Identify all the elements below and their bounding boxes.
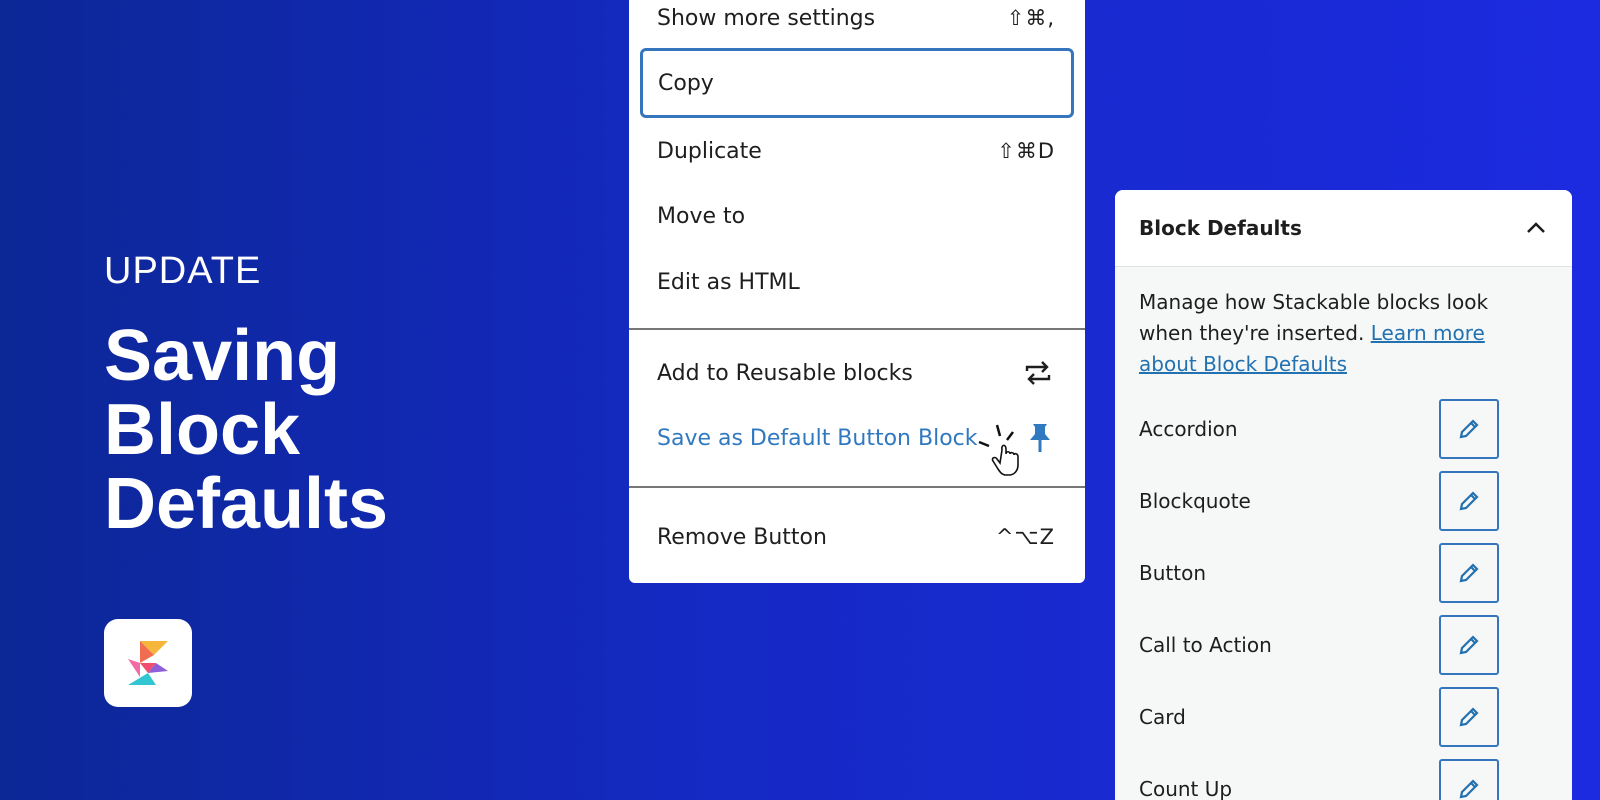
pencil-icon — [1459, 491, 1479, 511]
hero: UPDATE Saving Block Defaults — [104, 250, 464, 541]
block-label: Count Up — [1139, 777, 1233, 800]
edit-card-button[interactable] — [1439, 687, 1499, 747]
block-row-card: Card — [1139, 687, 1499, 747]
menu-item-label: Move to — [657, 203, 746, 229]
pencil-icon — [1459, 419, 1479, 439]
menu-item-edit-as-html[interactable]: Edit as HTML — [629, 257, 1085, 307]
block-label: Call to Action — [1139, 633, 1272, 657]
pencil-icon — [1459, 563, 1479, 583]
edit-button-button[interactable] — [1439, 543, 1499, 603]
pencil-icon — [1459, 707, 1479, 727]
block-defaults-panel: Block Defaults Manage how Stackable bloc… — [1115, 190, 1572, 800]
menu-item-label: Edit as HTML — [657, 269, 800, 295]
menu-item-duplicate[interactable]: Duplicate ⇧⌘D — [629, 126, 1085, 176]
edit-blockquote-button[interactable] — [1439, 471, 1499, 531]
menu-separator — [629, 486, 1085, 488]
menu-item-label: Copy — [658, 70, 714, 96]
pencil-icon — [1459, 779, 1479, 799]
menu-item-shortcut: ⇧⌘D — [997, 139, 1055, 163]
pointer-cursor-icon — [978, 424, 1019, 476]
edit-accordion-button[interactable] — [1439, 399, 1499, 459]
edit-call-to-action-button[interactable] — [1439, 615, 1499, 675]
hero-title: Saving Block Defaults — [104, 316, 389, 544]
menu-item-shortcut: ^⌥Z — [995, 525, 1055, 549]
panel-description: Manage how Stackable blocks look when th… — [1115, 267, 1572, 380]
block-options-menu: Show more settings ⇧⌘, Copy Duplicate ⇧⌘… — [629, 0, 1085, 583]
reusable-block-icon — [1025, 361, 1051, 385]
block-row-accordion: Accordion — [1139, 399, 1499, 459]
menu-separator — [629, 328, 1085, 330]
stackable-logo-icon — [128, 641, 168, 685]
block-row-call-to-action: Call to Action — [1139, 615, 1499, 675]
pencil-icon — [1459, 635, 1479, 655]
menu-item-add-to-reusable[interactable]: Add to Reusable blocks — [629, 348, 1085, 398]
edit-count-up-button[interactable] — [1439, 759, 1499, 800]
menu-item-label: Remove Button — [657, 524, 827, 550]
chevron-up-icon[interactable] — [1525, 221, 1547, 235]
menu-item-remove-button[interactable]: Remove Button ^⌥Z — [629, 512, 1085, 562]
block-label: Blockquote — [1139, 489, 1251, 513]
stackable-logo — [104, 619, 192, 707]
menu-item-label: Save as Default Button Block — [657, 425, 978, 451]
menu-item-label: Duplicate — [657, 138, 762, 164]
block-row-count-up: Count Up — [1139, 759, 1499, 800]
menu-item-copy[interactable]: Copy — [640, 48, 1074, 118]
menu-item-label: Show more settings — [657, 5, 876, 31]
panel-title: Block Defaults — [1139, 216, 1302, 240]
block-label: Accordion — [1139, 417, 1238, 441]
menu-item-show-more-settings[interactable]: Show more settings ⇧⌘, — [629, 0, 1085, 43]
hero-eyebrow: UPDATE — [104, 250, 262, 292]
block-row-button: Button — [1139, 543, 1499, 603]
menu-item-shortcut: ⇧⌘, — [1006, 6, 1055, 30]
panel-header[interactable]: Block Defaults — [1115, 190, 1572, 267]
menu-item-label: Add to Reusable blocks — [657, 360, 913, 386]
block-label: Button — [1139, 561, 1206, 585]
menu-item-move-to[interactable]: Move to — [629, 191, 1085, 241]
block-label: Card — [1139, 705, 1186, 729]
block-row-blockquote: Blockquote — [1139, 471, 1499, 531]
